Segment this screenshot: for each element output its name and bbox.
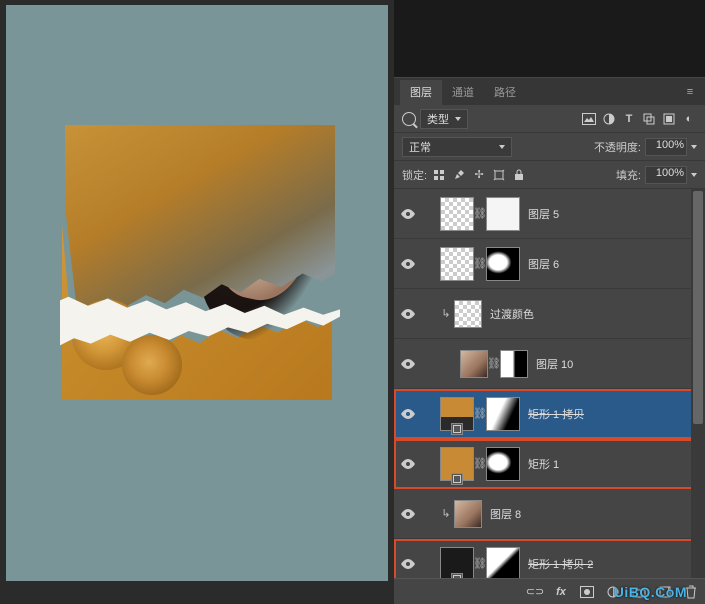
panel-menu-icon[interactable]: ≡ [681, 86, 699, 98]
fill-input[interactable]: 100% [645, 166, 687, 184]
clip-arrow-icon: ↳ [440, 507, 452, 520]
layer-thumbnail[interactable] [454, 500, 482, 528]
visibility-toggle[interactable] [398, 209, 418, 219]
lock-all-icon[interactable] [511, 167, 527, 183]
visibility-toggle[interactable] [398, 509, 418, 519]
filter-shape-icon[interactable] [641, 111, 657, 127]
lock-pixels-icon[interactable] [431, 167, 447, 183]
mask-thumbnail[interactable] [500, 350, 528, 378]
mask-thumbnail[interactable] [486, 547, 520, 579]
visibility-toggle[interactable] [398, 359, 418, 369]
blend-mode-value: 正常 [409, 139, 431, 155]
link-icon: ⛓ [476, 408, 484, 420]
shape-badge-icon [451, 473, 463, 485]
layer-name[interactable]: 矩形 1 拷贝 [528, 406, 584, 422]
layer-name[interactable]: 图层 10 [536, 356, 573, 372]
layer-thumbnail[interactable] [440, 197, 474, 231]
mask-thumbnail[interactable] [486, 397, 520, 431]
visibility-toggle[interactable] [398, 559, 418, 569]
layer-name[interactable]: 矩形 1 [528, 456, 559, 472]
blend-mode-dropdown[interactable]: 正常 [402, 137, 512, 157]
tab-layers[interactable]: 图层 [400, 80, 442, 105]
layer-row[interactable]: ↳ 图层 8 [394, 489, 705, 539]
visibility-toggle[interactable] [398, 309, 418, 319]
layer-row[interactable]: ⛓ 矩形 1 [394, 439, 705, 489]
layer-row[interactable]: ↳ 过渡颜色 [394, 289, 705, 339]
filter-adjust-icon[interactable] [601, 111, 617, 127]
layer-name[interactable]: 图层 8 [490, 506, 521, 522]
layer-name[interactable]: 图层 6 [528, 256, 559, 272]
photo-composition [62, 130, 342, 440]
filter-toggle-icon[interactable]: ◐ [681, 111, 697, 127]
watermark: UiBQ.CoM [614, 584, 687, 600]
layer-name[interactable]: 图层 5 [528, 206, 559, 222]
chevron-down-icon [455, 117, 461, 121]
link-icon: ⛓ [476, 558, 484, 570]
rose-2 [122, 335, 182, 395]
lock-row: 锁定: ✢ 填充: 100% [394, 161, 705, 189]
clip-arrow-icon: ↳ [440, 307, 452, 320]
opacity-input[interactable]: 100% [645, 138, 687, 156]
link-icon: ⛓ [490, 358, 498, 370]
link-icon: ⛓ [476, 208, 484, 220]
shape-badge-icon [451, 423, 463, 435]
search-icon [402, 112, 416, 126]
layers-panel: 图层 通道 路径 ≡ 类型 T ◐ 正常 不透明度: 100% 锁定: ✢ [394, 0, 705, 604]
lock-label: 锁定: [402, 167, 427, 183]
mask-thumbnail[interactable] [486, 447, 520, 481]
link-icon: ⛓ [476, 458, 484, 470]
opacity-label: 不透明度: [594, 139, 641, 155]
link-icon: ⛓ [476, 258, 484, 270]
blend-row: 正常 不透明度: 100% [394, 133, 705, 161]
mask-thumbnail[interactable] [486, 247, 520, 281]
filter-text-icon[interactable]: T [621, 111, 637, 127]
layer-thumbnail[interactable] [454, 300, 482, 328]
fill-label: 填充: [616, 167, 641, 183]
lock-brush-icon[interactable] [451, 167, 467, 183]
tab-channels[interactable]: 通道 [442, 80, 484, 104]
chevron-down-icon [499, 145, 505, 149]
layer-thumbnail[interactable] [440, 247, 474, 281]
layer-row[interactable]: ⛓ 矩形 1 拷贝 [394, 389, 705, 439]
layer-row[interactable]: ⛓ 图层 10 [394, 339, 705, 389]
filter-image-icon[interactable] [581, 111, 597, 127]
layer-thumbnail[interactable] [460, 350, 488, 378]
lock-artboard-icon[interactable] [491, 167, 507, 183]
mask-add-icon[interactable] [579, 584, 595, 600]
artboard [6, 5, 388, 581]
tab-paths[interactable]: 路径 [484, 80, 526, 104]
layer-name[interactable]: 过渡颜色 [490, 306, 534, 322]
panel-tabs: 图层 通道 路径 ≡ [394, 77, 705, 105]
layer-row[interactable]: ⛓ 矩形 1 拷贝 2 [394, 539, 705, 578]
shape-badge-icon [451, 573, 463, 579]
lock-position-icon[interactable]: ✢ [471, 167, 487, 183]
layers-list[interactable]: ⛓ 图层 5 ⛓ 图层 6 ↳ 过渡颜色 ⛓ 图层 10 [394, 189, 705, 578]
mask-thumbnail[interactable] [486, 197, 520, 231]
filter-kind-label: 类型 [427, 111, 449, 127]
scroll-thumb[interactable] [693, 191, 703, 424]
visibility-toggle[interactable] [398, 409, 418, 419]
visibility-toggle[interactable] [398, 259, 418, 269]
link-layers-icon[interactable]: ⊂⊃ [527, 584, 543, 600]
chevron-down-icon[interactable] [691, 173, 697, 177]
layer-row[interactable]: ⛓ 图层 5 [394, 189, 705, 239]
filter-row: 类型 T ◐ [394, 105, 705, 133]
fx-icon[interactable]: fx [553, 584, 569, 600]
filter-smart-icon[interactable] [661, 111, 677, 127]
panel-gap [394, 0, 705, 77]
scrollbar[interactable] [691, 189, 705, 578]
layer-row[interactable]: ⛓ 图层 6 [394, 239, 705, 289]
document-canvas[interactable] [0, 0, 394, 604]
chevron-down-icon[interactable] [691, 145, 697, 149]
filter-kind-dropdown[interactable]: 类型 [420, 109, 468, 129]
visibility-toggle[interactable] [398, 459, 418, 469]
layer-name[interactable]: 矩形 1 拷贝 2 [528, 556, 593, 572]
